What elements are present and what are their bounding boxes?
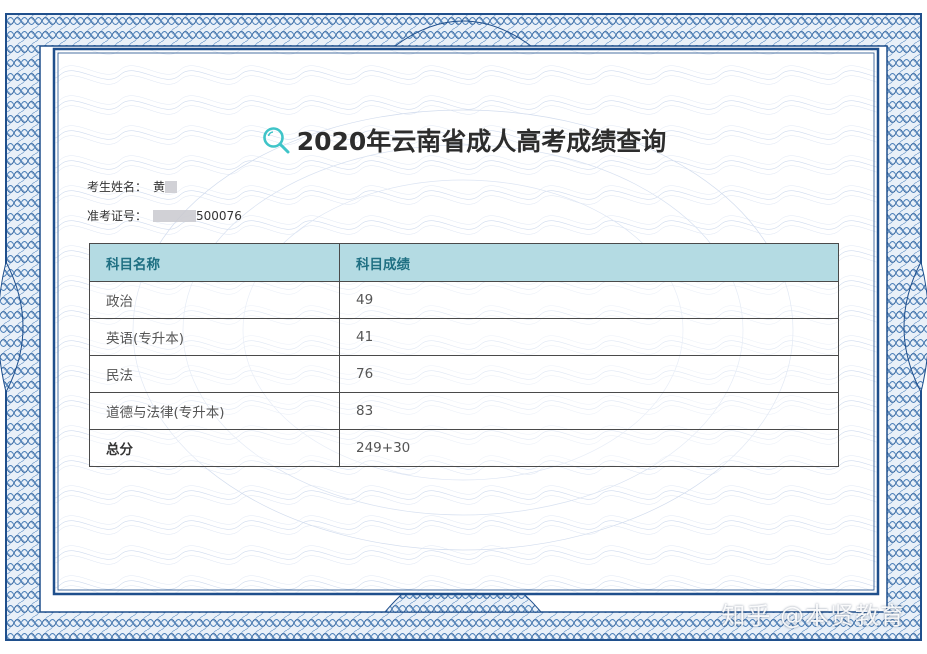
candidate-id-line: 准考证号： 500076: [87, 207, 242, 224]
subject-cell: 英语(专升本): [89, 318, 340, 356]
candidate-name-line: 考生姓名： 黄: [87, 178, 178, 195]
subject-cell: 政治: [89, 281, 340, 319]
search-icon: [262, 127, 290, 154]
total-score: 249+30: [339, 429, 839, 467]
scores-table: 科目名称 科目成绩 政治 49 英语(专升本) 41 民法 76 道德与法律(专…: [89, 243, 839, 467]
candidate-id-value: 500076: [196, 208, 242, 223]
header-subject: 科目名称: [89, 243, 340, 282]
total-label: 总分: [89, 429, 340, 467]
page-title: 2020年云南省成人高考成绩查询: [296, 127, 667, 156]
subject-cell: 道德与法律(专升本): [89, 392, 340, 430]
table-header-row: 科目名称 科目成绩: [89, 243, 839, 282]
name-redaction-mask: [165, 180, 178, 193]
table-row: 英语(专升本) 41: [89, 318, 839, 356]
table-row: 民法 76: [89, 355, 839, 393]
page-title-row: 2020年云南省成人高考成绩查询: [0, 120, 927, 160]
candidate-name-value: 黄: [153, 180, 166, 194]
score-cell: 83: [339, 392, 839, 430]
score-cell: 49: [339, 281, 839, 319]
table-row: 政治 49: [89, 281, 839, 319]
zhihu-watermark: 知乎 @本贤教育: [721, 602, 905, 630]
candidate-name-label: 考生姓名：: [87, 180, 148, 194]
total-row: 总分 249+30: [89, 429, 839, 467]
id-redaction-mask: [153, 209, 197, 222]
score-cell: 76: [339, 355, 839, 393]
subject-cell: 民法: [89, 355, 340, 393]
header-score: 科目成绩: [339, 243, 839, 282]
candidate-id-label: 准考证号：: [87, 209, 148, 223]
score-cell: 41: [339, 318, 839, 356]
table-row: 道德与法律(专升本) 83: [89, 392, 839, 430]
